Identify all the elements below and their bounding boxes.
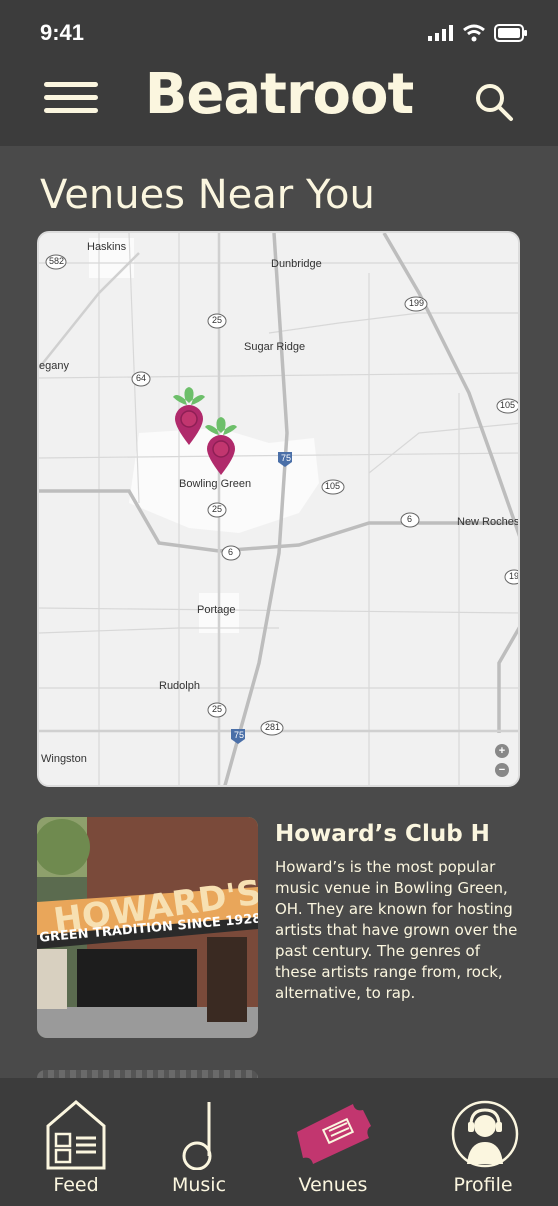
map-label-rudolph: Rudolph <box>159 680 200 692</box>
shield-25-north: 25 <box>212 315 223 325</box>
venue-pin-1[interactable] <box>171 385 207 449</box>
venues-map[interactable]: Haskins Dunbridge Sugar Ridge egany Bowl… <box>37 231 520 787</box>
shield-281: 281 <box>265 722 281 732</box>
battery-icon <box>494 24 527 42</box>
venue-card[interactable]: HOWARD'S GREEN TRADITION SINCE 1928 Howa… <box>37 817 521 1039</box>
shield-75-south: 75 <box>234 730 245 740</box>
search-icon <box>476 84 513 121</box>
venue-description: Howard’s is the most popular music venue… <box>275 858 518 1002</box>
shield-75-north: 75 <box>281 453 292 463</box>
section-title: Venues Near You <box>40 172 375 218</box>
shield-105-west: 105 <box>325 481 341 491</box>
ticket-icon <box>297 1104 371 1164</box>
nav-profile-label: Profile <box>453 1174 513 1196</box>
map-label-new-rochester: New Roches <box>457 516 520 528</box>
music-note-icon <box>182 1102 212 1170</box>
status-icons <box>428 24 528 42</box>
map-label-portage: Portage <box>197 604 236 616</box>
nav-venues-label: Venues <box>298 1174 368 1196</box>
shield-105-east: 105 <box>500 400 516 410</box>
shield-64: 64 <box>136 373 147 383</box>
shield-199: 199 <box>409 298 425 308</box>
map-zoom-out-button[interactable]: − <box>495 763 509 777</box>
wifi-icon <box>463 24 485 42</box>
venue-name[interactable]: Howard’s Club H <box>275 821 490 847</box>
nav-profile[interactable]: Profile <box>423 1078 543 1206</box>
shield-6-east: 6 <box>407 514 413 524</box>
map-label-wingston: Wingston <box>41 753 87 765</box>
nav-music-label: Music <box>171 1174 227 1196</box>
shield-582: 582 <box>49 256 65 266</box>
map-label-bowling-green: Bowling Green <box>179 478 252 490</box>
venue-photo[interactable]: HOWARD'S GREEN TRADITION SINCE 1928 <box>37 817 258 1038</box>
map-label-haskins: Haskins <box>87 241 127 253</box>
shield-25-south: 25 <box>212 704 223 714</box>
shield-25-center: 25 <box>212 504 223 514</box>
map-label-egany: egany <box>39 360 69 372</box>
profile-icon <box>451 1100 519 1168</box>
nav-feed[interactable]: Feed <box>16 1078 136 1206</box>
search-button[interactable] <box>474 82 514 122</box>
shield-6-west: 6 <box>228 547 234 557</box>
map-label-dunbridge: Dunbridge <box>271 258 322 270</box>
status-time: 9:41 <box>40 20 85 45</box>
map-label-sugar-ridge: Sugar Ridge <box>244 341 306 353</box>
top-bar: 9:41 Beatroot <box>0 0 558 146</box>
nav-venues[interactable]: Venues <box>273 1078 393 1206</box>
nav-music[interactable]: Music <box>139 1078 259 1206</box>
shield-19: 19 <box>509 571 520 581</box>
venue-pin-2[interactable] <box>203 415 239 479</box>
feed-icon <box>46 1100 106 1170</box>
map-zoom-in-button[interactable]: + <box>495 744 509 758</box>
map-roads <box>39 233 518 785</box>
nav-feed-label: Feed <box>53 1174 99 1196</box>
bottom-nav: Feed Music Venues Profile <box>0 1078 558 1206</box>
signal-icon <box>428 25 453 41</box>
